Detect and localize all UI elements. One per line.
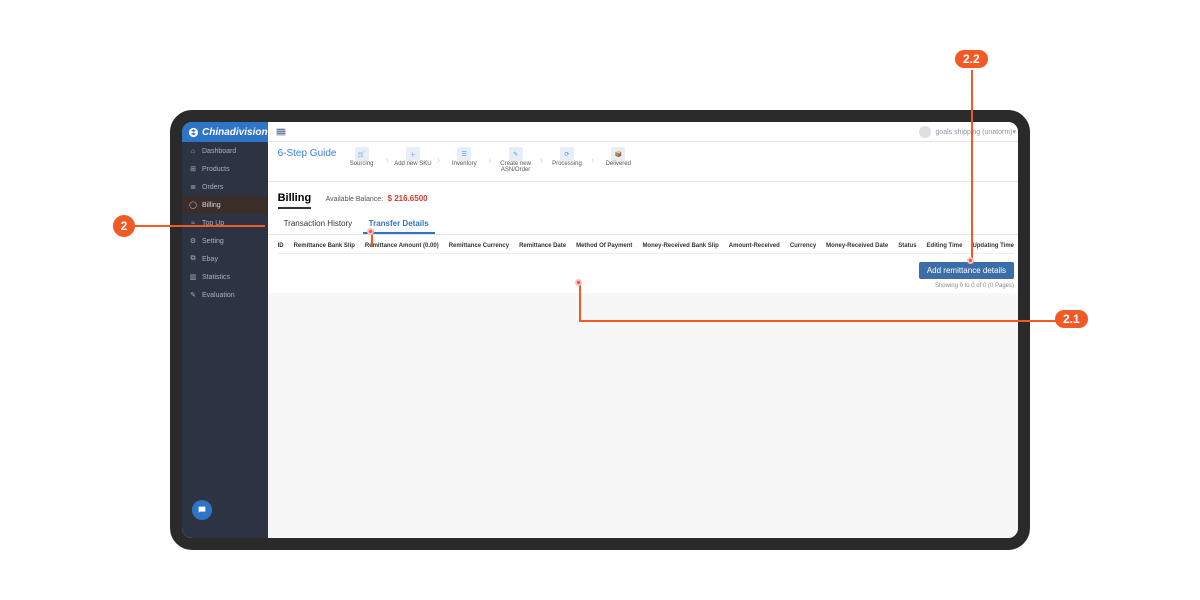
balance-label: Available Balance:	[326, 196, 383, 203]
col-remit-slip: Remittance Bank Slip	[294, 243, 355, 249]
cart-icon: 🛒	[355, 147, 369, 161]
processing-icon: ⟳	[560, 147, 574, 161]
billing-icon: ◯	[189, 201, 197, 209]
ebay-icon: ⧉	[189, 255, 197, 263]
sidebar-item-label: Products	[202, 166, 230, 173]
step-processing[interactable]: ⟳Processing	[543, 147, 591, 167]
sidebar-item-billing[interactable]: ◯ Billing	[182, 196, 268, 214]
col-remit-date: Remittance Date	[519, 243, 566, 249]
annotation-dot	[575, 279, 582, 286]
add-remittance-button[interactable]: Add remittance details	[919, 262, 1014, 279]
transfer-table: ID Remittance Bank Slip Remittance Amoun…	[268, 235, 1024, 258]
sidebar-item-label: Dashboard	[202, 148, 236, 155]
device-frame: Chinadivision ⌂ Dashboard ⊞ Products ≣ Orde…	[170, 110, 1030, 550]
balance-value: $ 216.6500	[388, 194, 428, 203]
tab-transaction-history[interactable]: Transaction History	[278, 215, 359, 232]
step-add-sku[interactable]: ＋Add new SKU	[389, 147, 437, 167]
gear-icon: ⚙	[189, 237, 197, 245]
page-title: Billing	[278, 192, 312, 209]
step-label: Sourcing	[350, 161, 374, 167]
sidebar-item-products[interactable]: ⊞ Products	[182, 160, 268, 178]
step-label: Inventory	[452, 161, 477, 167]
brand-icon	[188, 127, 199, 138]
dashboard-icon: ⌂	[189, 147, 197, 155]
step-label: Add new SKU	[394, 161, 431, 167]
annotation-2-1: 2.1	[1055, 310, 1088, 328]
billing-tabs: Transaction History Transfer Details	[268, 209, 1024, 235]
menu-toggle-icon[interactable]	[276, 128, 286, 136]
col-amount-received: Amount-Received	[729, 243, 780, 249]
package-icon: 📦	[611, 147, 625, 161]
annotation-dot	[367, 228, 374, 235]
annotation-line	[371, 234, 373, 247]
table-actions: Add remittance details Showing 0 to 0 of…	[268, 258, 1024, 293]
products-icon: ⊞	[189, 165, 197, 173]
annotation-line	[135, 225, 265, 227]
step-create-asn[interactable]: ✎Create new ASN/Order	[492, 147, 540, 173]
chart-icon: ▥	[189, 273, 197, 281]
order-icon: ✎	[509, 147, 523, 161]
main-area: goals shipping (unatorm)▾ 6-Step Guide 🛒…	[268, 122, 1024, 538]
annotation-2: 2	[113, 215, 135, 237]
page-header: Billing Available Balance: $ 216.6500	[268, 182, 1024, 209]
sidebar-item-label: Ebay	[202, 256, 218, 263]
col-id: ID	[278, 243, 284, 249]
sidebar-item-setting[interactable]: ⚙ Setting	[182, 232, 268, 250]
evaluation-icon: ✎	[189, 291, 197, 299]
orders-icon: ≣	[189, 183, 197, 191]
col-method: Method Of Payment	[576, 243, 632, 249]
guide-steps: 🛒Sourcing › ＋Add new SKU › ☰Inventory › …	[338, 147, 1014, 173]
table-header-row: ID Remittance Bank Slip Remittance Amoun…	[278, 239, 1014, 254]
inventory-icon: ☰	[457, 147, 471, 161]
sidebar-item-dashboard[interactable]: ⌂ Dashboard	[182, 142, 268, 160]
sidebar-item-label: Evaluation	[202, 292, 235, 299]
chat-button[interactable]	[192, 500, 212, 520]
sidebar-item-statistics[interactable]: ▥ Statistics	[182, 268, 268, 286]
col-received-date: Money-Received Date	[826, 243, 888, 249]
brand-text: Chinadivision	[202, 127, 268, 138]
sidebar-item-evaluation[interactable]: ✎ Evaluation	[182, 286, 268, 304]
username-label[interactable]: goals shipping (unatorm)▾	[935, 128, 1016, 136]
col-status: Status	[898, 243, 916, 249]
annotation-line	[579, 320, 1056, 322]
col-updating-time: Updating Time	[972, 243, 1014, 249]
col-editing-time: Editing Time	[927, 243, 963, 249]
step-label: Processing	[552, 161, 582, 167]
add-icon: ＋	[406, 147, 420, 161]
avatar[interactable]	[919, 126, 931, 138]
annotation-line	[579, 285, 581, 320]
sidebar-item-orders[interactable]: ≣ Orders	[182, 178, 268, 196]
chat-icon	[197, 505, 207, 515]
step-sourcing[interactable]: 🛒Sourcing	[338, 147, 386, 167]
col-received-slip: Money-Received Bank Slip	[642, 243, 718, 249]
annotation-line	[971, 70, 973, 258]
col-remit-currency: Remittance Currency	[449, 243, 509, 249]
step-label: Create new ASN/Order	[492, 161, 540, 173]
step-inventory[interactable]: ☰Inventory	[440, 147, 488, 167]
six-step-guide: 6-Step Guide 🛒Sourcing › ＋Add new SKU › …	[268, 142, 1024, 182]
pagination-text: Showing 0 to 0 of 0 (0 Pages)	[935, 283, 1014, 289]
step-label: Delivered	[606, 161, 631, 167]
sidebar-item-label: Statistics	[202, 274, 230, 281]
sidebar-item-ebay[interactable]: ⧉ Ebay	[182, 250, 268, 268]
col-currency: Currency	[790, 243, 816, 249]
sidebar-item-label: Setting	[202, 238, 224, 245]
topbar: goals shipping (unatorm)▾	[268, 122, 1024, 142]
brand-logo[interactable]: Chinadivision	[182, 122, 268, 142]
sidebar: Chinadivision ⌂ Dashboard ⊞ Products ≣ Orde…	[182, 122, 268, 538]
col-remit-amount: Remittance Amount (0.00)	[365, 243, 439, 249]
sidebar-item-label: Billing	[202, 202, 221, 209]
step-delivered[interactable]: 📦Delivered	[594, 147, 642, 167]
sidebar-item-topup[interactable]: ≈Top Up	[182, 214, 268, 232]
sidebar-item-label: Orders	[202, 184, 223, 191]
sidebar-nav: ⌂ Dashboard ⊞ Products ≣ Orders ◯ Billing ≈T…	[182, 142, 268, 500]
annotation-dot	[967, 257, 974, 264]
app-root: Chinadivision ⌂ Dashboard ⊞ Products ≣ Orde…	[182, 122, 1018, 538]
annotation-2-2: 2.2	[955, 50, 988, 68]
